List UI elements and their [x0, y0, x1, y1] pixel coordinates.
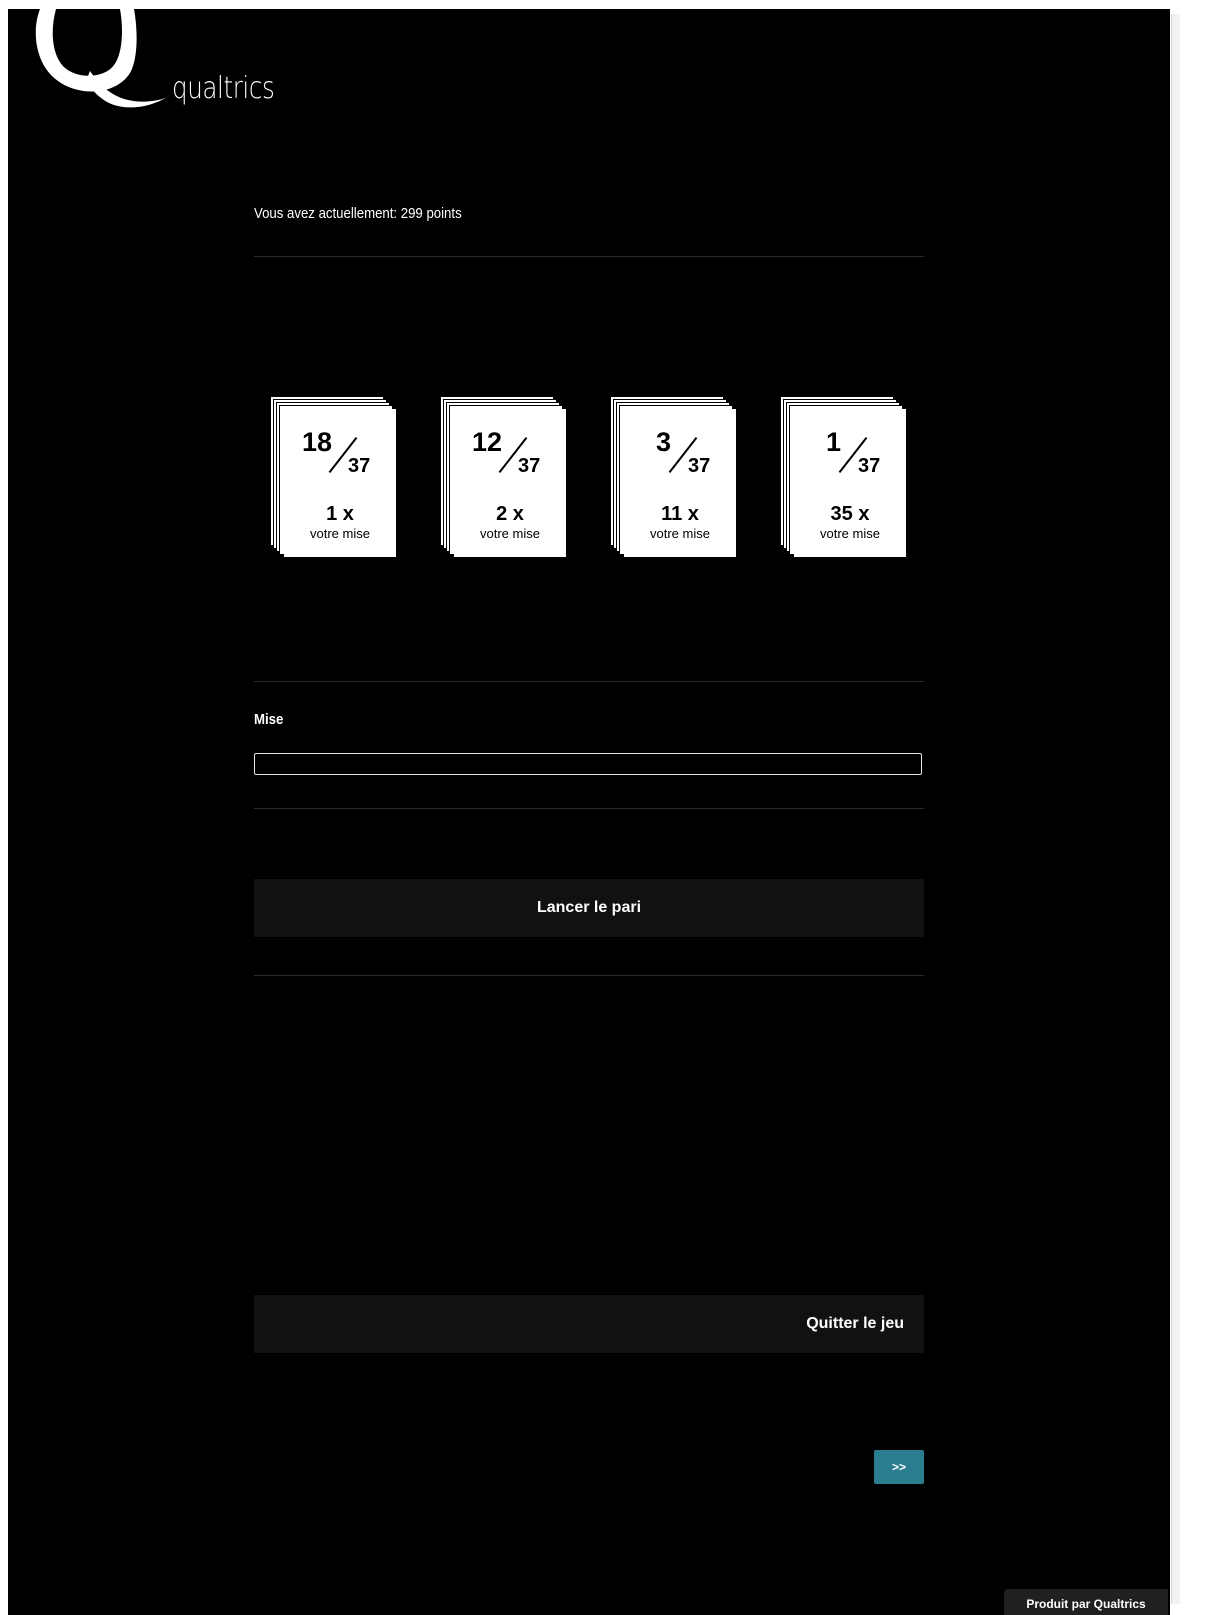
probability-fraction: 1 37 [794, 427, 906, 477]
payout-caption: votre mise [820, 526, 880, 541]
fraction-numerator: 12 [472, 427, 503, 457]
qualtrics-logo: qualtrics [30, 9, 275, 119]
bet-card-3[interactable]: 3 37 11 x votre mise [610, 396, 738, 560]
card-face: 12 37 2 x votre mise [454, 409, 566, 557]
divider [254, 975, 924, 976]
fraction-denominator: 37 [858, 455, 881, 477]
next-page-button[interactable]: >> [874, 1450, 924, 1484]
card-face: 3 37 11 x votre mise [624, 409, 736, 557]
divider [254, 681, 924, 682]
probability-fraction: 18 37 [284, 427, 396, 477]
payout-multiplier: 35 x [830, 503, 870, 525]
bet-card-18[interactable]: 18 37 1 x votre mise [270, 396, 398, 560]
bet-card-12[interactable]: 12 37 2 x votre mise [440, 396, 568, 560]
payout-multiplier: 2 x [496, 503, 524, 525]
stake-label: Mise [254, 711, 284, 728]
payout-multiplier: 1 x [326, 503, 354, 525]
payout-caption: votre mise [650, 526, 710, 541]
place-bet-button[interactable]: Lancer le pari [254, 879, 924, 937]
powered-by-badge[interactable]: Produit par Qualtrics [1004, 1589, 1168, 1615]
divider [254, 256, 924, 257]
fraction-denominator: 37 [348, 455, 371, 477]
fraction-numerator: 1 [826, 427, 842, 457]
probability-fraction: 12 37 [454, 427, 566, 477]
card-face: 1 37 35 x votre mise [794, 409, 906, 557]
payout-caption: votre mise [480, 526, 540, 541]
q-logo-icon [35, 9, 170, 108]
brand-wordmark: qualtrics [172, 71, 275, 106]
fraction-denominator: 37 [518, 455, 541, 477]
survey-page: qualtrics Vous avez actuellement: 299 po… [8, 9, 1202, 1615]
payout-multiplier: 11 x [661, 503, 699, 525]
payout-caption: votre mise [310, 526, 370, 541]
scrollbar-thumb[interactable] [1171, 14, 1180, 1604]
fraction-denominator: 37 [688, 455, 711, 477]
points-status: Vous avez actuellement: 299 points [254, 205, 462, 222]
probability-fraction: 3 37 [624, 427, 736, 477]
fraction-numerator: 3 [656, 427, 672, 457]
stake-input[interactable] [254, 753, 922, 775]
card-face: 18 37 1 x votre mise [284, 409, 396, 557]
fraction-numerator: 18 [302, 427, 333, 457]
bet-card-1[interactable]: 1 37 35 x votre mise [780, 396, 908, 560]
divider [254, 808, 924, 809]
quit-game-button[interactable]: Quitter le jeu [254, 1295, 924, 1353]
